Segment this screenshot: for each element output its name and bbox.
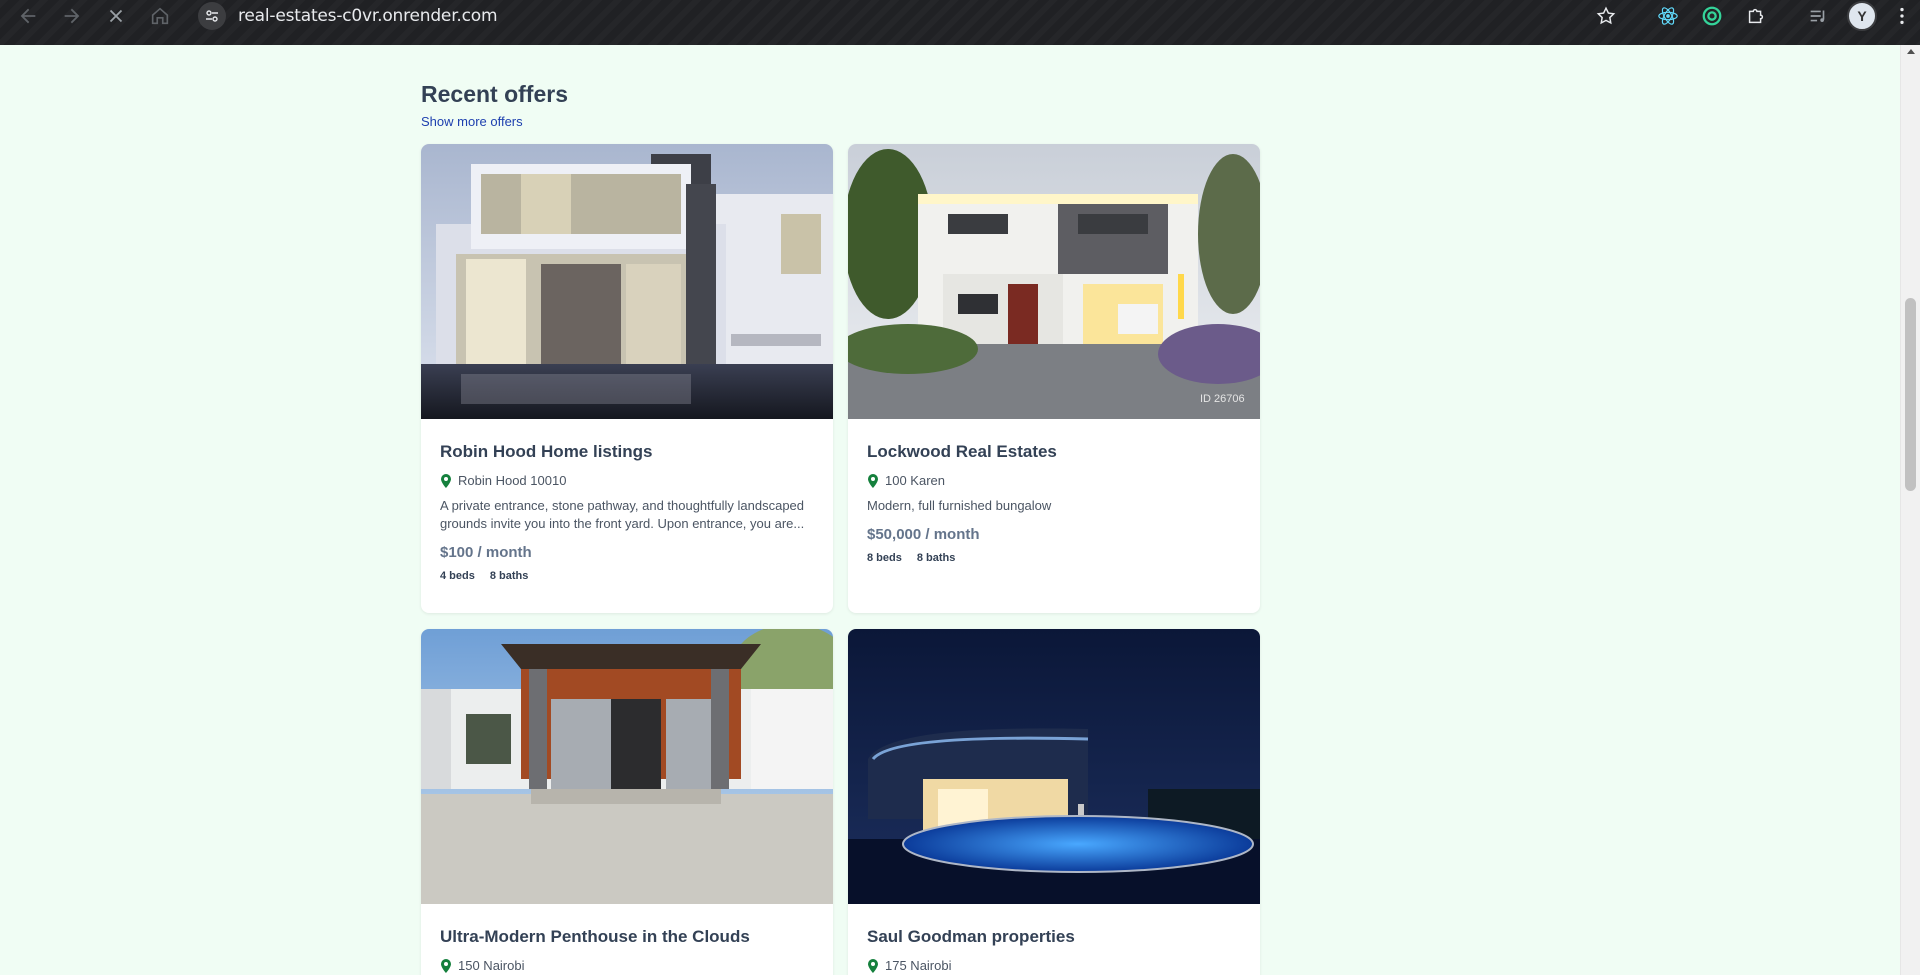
- browser-toolbar: real-estates-c0vr.onrender.com Y: [0, 0, 1920, 45]
- listing-location: 150 Nairobi: [440, 958, 814, 973]
- arrow-right-icon: [64, 8, 80, 24]
- map-pin-icon: [868, 473, 878, 488]
- stop-loading-button[interactable]: [96, 0, 136, 36]
- site-info-button[interactable]: [198, 2, 226, 30]
- section-title: Recent offers: [421, 81, 568, 107]
- bookmark-button[interactable]: [1584, 0, 1628, 32]
- profile-button[interactable]: Y: [1840, 0, 1884, 32]
- listing-stats: 4 beds 8 baths: [440, 570, 814, 582]
- listing-title[interactable]: Robin Hood Home listings: [440, 442, 814, 462]
- map-pin-icon: [441, 473, 451, 488]
- listing-image[interactable]: ID 26706: [848, 144, 1260, 419]
- listing-title[interactable]: Saul Goodman properties: [867, 927, 1241, 947]
- listing-location: Robin Hood 10010: [440, 473, 814, 488]
- listing-image[interactable]: [421, 629, 833, 904]
- tune-icon: [206, 10, 218, 22]
- listing-description: Modern, full furnished bungalow: [867, 498, 1052, 513]
- map-pin-icon: [441, 958, 451, 973]
- beds-count: 4 beds: [440, 570, 475, 582]
- home-button[interactable]: [140, 0, 180, 36]
- listing-card[interactable]: Saul Goodman properties 175 Nairobi: [848, 629, 1260, 975]
- listing-title[interactable]: Ultra-Modern Penthouse in the Clouds: [440, 927, 814, 947]
- location-text: 175 Nairobi: [885, 958, 952, 973]
- green-extension[interactable]: [1690, 0, 1734, 32]
- baths-count: 8 baths: [489, 570, 529, 582]
- modern-house-dusk-photo: ID 26706: [848, 144, 1260, 419]
- listing-image[interactable]: [848, 629, 1260, 904]
- location-text: Robin Hood 10010: [458, 473, 567, 488]
- menu-button[interactable]: [1884, 0, 1920, 32]
- listing-description: A private entrance, stone pathway, and t…: [440, 498, 805, 531]
- url-text: real-estates-c0vr.onrender.com: [238, 6, 498, 26]
- location-text: 100 Karen: [885, 473, 945, 488]
- playlist-icon: [1810, 10, 1825, 22]
- location-text: 150 Nairobi: [458, 958, 525, 973]
- puzzle-icon: [1748, 8, 1764, 24]
- listing-location: 175 Nairobi: [867, 958, 1241, 973]
- listing-price: $100 / month: [440, 544, 532, 561]
- scroll-up-arrow[interactable]: [1907, 49, 1915, 54]
- baths-count: 8 baths: [916, 552, 956, 564]
- wood-facade-house-photo: [421, 629, 833, 904]
- react-icon: [1658, 7, 1678, 25]
- scrollbar-thumb[interactable]: [1905, 298, 1916, 491]
- avatar: Y: [1847, 1, 1877, 31]
- home-icon: [151, 7, 169, 25]
- listing-image[interactable]: [421, 144, 833, 419]
- react-devtools-extension[interactable]: [1646, 0, 1690, 32]
- back-button[interactable]: [8, 0, 48, 36]
- close-icon: [109, 9, 123, 23]
- show-more-offers-link[interactable]: Show more offers: [421, 114, 523, 129]
- extensions-button[interactable]: [1734, 0, 1778, 32]
- listing-card[interactable]: ID 26706 Lockwood Real Estates 100 Karen…: [848, 144, 1260, 613]
- forward-button[interactable]: [52, 0, 92, 36]
- image-watermark: ID 26706: [1200, 393, 1245, 405]
- map-pin-icon: [868, 958, 878, 973]
- listing-price: $50,000 / month: [867, 526, 980, 543]
- reading-list-button[interactable]: [1796, 0, 1840, 32]
- target-icon: [1702, 6, 1722, 26]
- listing-card[interactable]: Ultra-Modern Penthouse in the Clouds 150…: [421, 629, 833, 975]
- beds-count: 8 beds: [867, 552, 902, 564]
- star-icon: [1596, 6, 1616, 25]
- listing-location: 100 Karen: [867, 473, 1241, 488]
- address-bar[interactable]: real-estates-c0vr.onrender.com: [198, 0, 1588, 32]
- listing-card[interactable]: Robin Hood Home listings Robin Hood 1001…: [421, 144, 833, 613]
- listing-stats: 8 beds 8 baths: [867, 552, 1241, 564]
- listing-title[interactable]: Lockwood Real Estates: [867, 442, 1241, 462]
- page-scrollbar[interactable]: [1900, 45, 1920, 975]
- more-vertical-icon: [1900, 7, 1904, 25]
- arrow-left-icon: [20, 8, 36, 24]
- modern-villa-photo: [421, 144, 833, 419]
- night-villa-pool-photo: [848, 629, 1260, 904]
- page-content: Recent offers Show more offers Robin Hoo…: [0, 45, 1900, 975]
